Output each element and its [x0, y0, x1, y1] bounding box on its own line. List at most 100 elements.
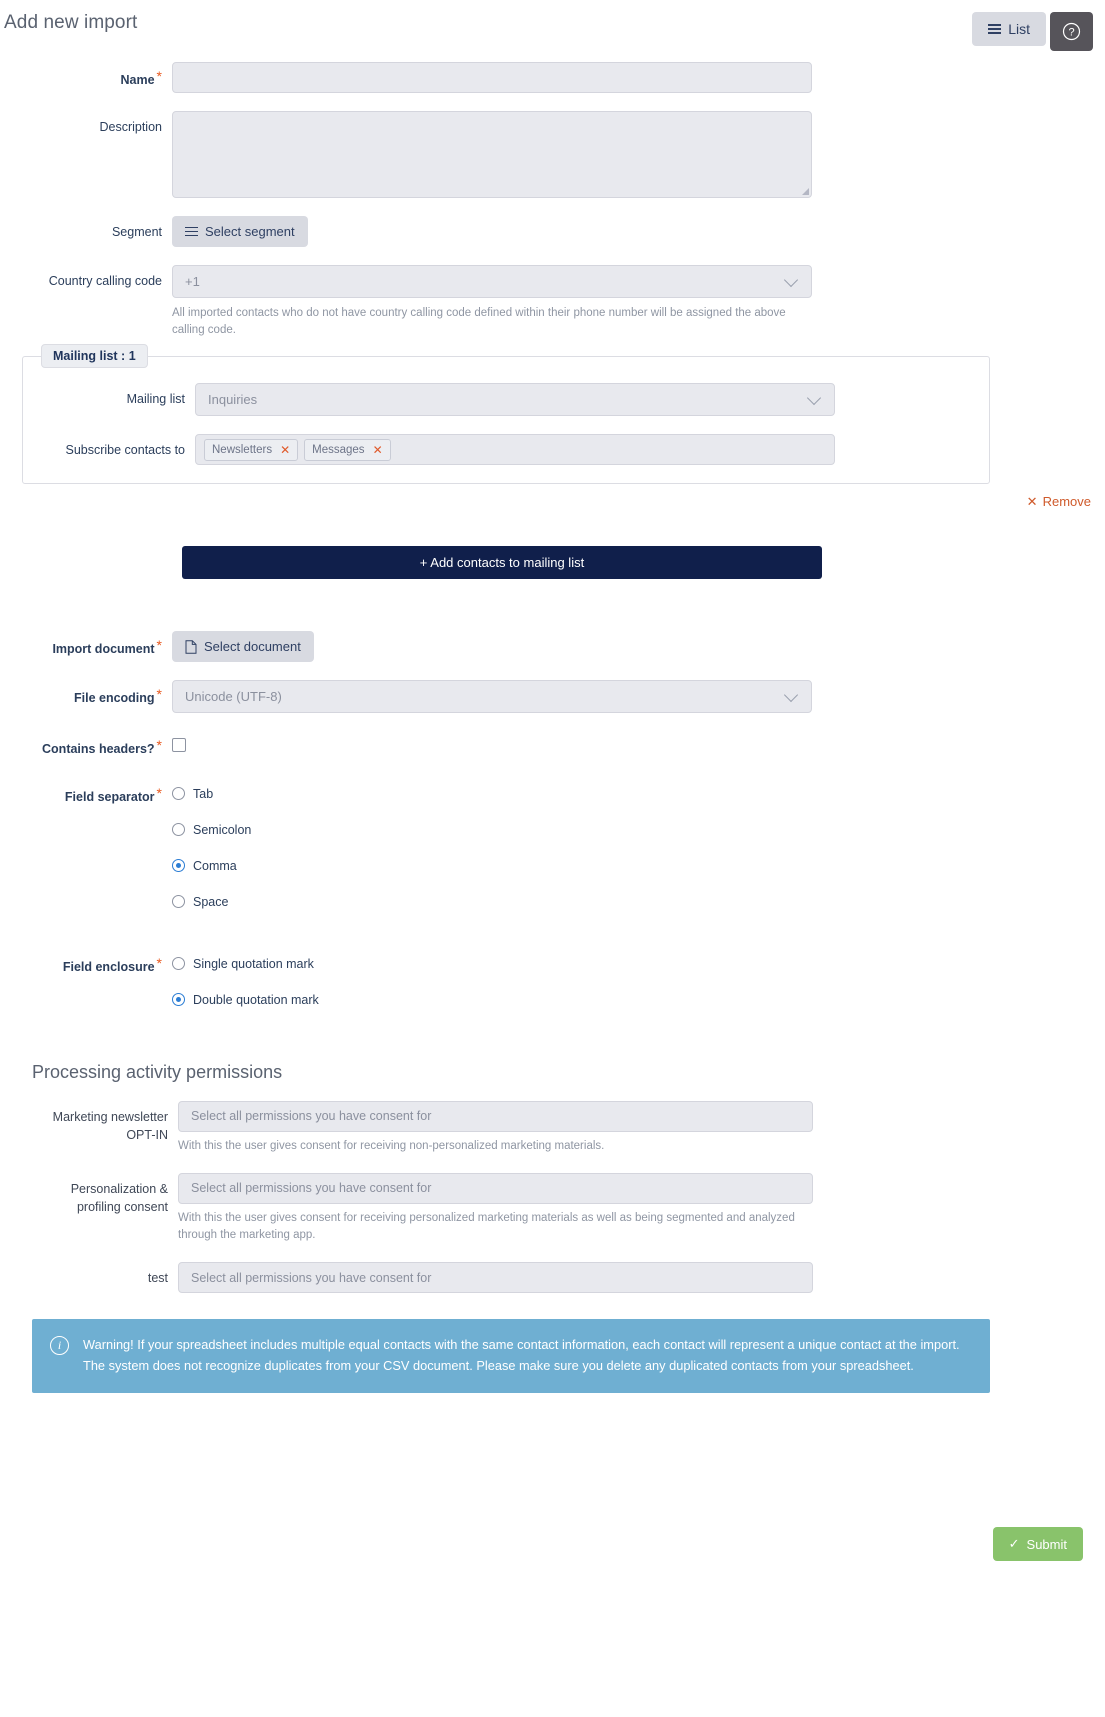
required-marker: * [156, 637, 162, 654]
warning-alert-text: Warning! If your spreadsheet includes mu… [83, 1337, 960, 1374]
remove-mailing-list-link[interactable]: ✕ Remove [0, 494, 1105, 510]
contains-headers-label: Contains headers? * [42, 737, 162, 757]
required-marker: * [156, 68, 162, 84]
field-segment: Segment Select segment [0, 216, 1105, 247]
segment-label: Segment [111, 225, 162, 239]
hamburger-icon [185, 226, 198, 237]
radio-label: Double quotation mark [193, 992, 319, 1007]
field-import-document: Import document * Select document [0, 631, 1105, 663]
page-header: Add new import List ? [0, 0, 1105, 62]
select-document-button[interactable]: Select document [172, 631, 314, 663]
contains-headers-checkbox[interactable] [172, 738, 186, 753]
close-icon: ✕ [1026, 494, 1038, 510]
file-encoding-label: File encoding * [73, 686, 162, 706]
permission-row-test: test Select all permissions you have con… [0, 1262, 1105, 1294]
required-marker: * [156, 737, 162, 754]
required-marker: * [156, 954, 162, 971]
warning-alert: i Warning! If your spreadsheet includes … [32, 1319, 990, 1393]
check-icon: ✓ [1008, 1536, 1020, 1551]
radio-icon[interactable] [172, 957, 185, 971]
list-item[interactable]: Messages ✕ [304, 438, 391, 461]
tag-label: Messages [312, 443, 365, 456]
mailing-list-group: Mailing list : 1 Mailing list Inquiries … [22, 344, 990, 485]
subscribe-contacts-tags[interactable]: Newsletters ✕ Messages ✕ [195, 434, 835, 466]
submit-button[interactable]: ✓ Submit [992, 1527, 1083, 1561]
name-label: Name * [120, 68, 163, 87]
field-subscribe-contacts: Subscribe contacts to Newsletters ✕ Mess… [23, 434, 989, 466]
list-item[interactable]: Newsletters ✕ [204, 438, 299, 461]
radio-option-double-quotation-mark[interactable]: Double quotation mark [172, 982, 1105, 1018]
radio-label: Semicolon [193, 822, 252, 837]
close-icon[interactable]: ✕ [280, 443, 290, 457]
permission-help: With this the user gives consent for rec… [178, 1139, 605, 1152]
import-document-label: Import document * [52, 637, 162, 657]
mailing-list-legend: Mailing list : 1 [41, 344, 148, 369]
radio-label: Tab [193, 786, 214, 801]
add-contacts-to-mailing-list-button[interactable]: + Add contacts to mailing list [182, 546, 822, 580]
field-separator-label: Field separator * [64, 784, 162, 804]
mailing-list-value: Inquiries [208, 392, 258, 408]
permission-placeholder: Select all permissions you have consent … [191, 1270, 432, 1285]
list-button-label: List [1008, 21, 1030, 37]
submit-button-label: Submit [1026, 1536, 1067, 1552]
country-calling-code-label: Country calling code [48, 274, 162, 288]
radio-label: Comma [193, 858, 237, 873]
mailing-list-select[interactable]: Inquiries [195, 383, 835, 417]
radio-option-single-quotation-mark[interactable]: Single quotation mark [172, 946, 1105, 982]
chevron-down-icon [806, 390, 822, 405]
description-textarea[interactable] [172, 111, 812, 198]
field-name: Name * [0, 62, 1105, 93]
permission-placeholder: Select all permissions you have consent … [191, 1109, 432, 1124]
hamburger-icon [988, 24, 1002, 34]
radio-icon[interactable] [172, 787, 185, 801]
file-encoding-value: Unicode (UTF-8) [185, 689, 282, 705]
field-country-calling-code: Country calling code +1 All imported con… [0, 265, 1105, 338]
permission-label: Personalization & profiling consent [70, 1181, 168, 1214]
page-title: Add new import [4, 12, 138, 33]
permission-row-marketing-newsletter-opt-in: Marketing newsletter OPT-IN Select all p… [0, 1100, 1105, 1155]
required-marker: * [156, 686, 162, 703]
radio-icon[interactable] [172, 823, 185, 837]
chevron-down-icon [783, 687, 799, 702]
permission-help: With this the user gives consent for rec… [178, 1211, 795, 1242]
select-segment-label: Select segment [205, 224, 295, 239]
form-footer: ✓ Submit [992, 1527, 1083, 1561]
field-contains-headers: Contains headers? * [0, 731, 1105, 757]
tag-label: Newsletters [212, 443, 273, 456]
radio-option-space[interactable]: Space [172, 884, 1105, 920]
close-icon[interactable]: ✕ [373, 443, 383, 457]
info-circle-icon: i [50, 1336, 69, 1356]
permission-input[interactable]: Select all permissions you have consent … [178, 1172, 813, 1204]
description-label: Description [99, 120, 162, 134]
permission-input[interactable]: Select all permissions you have consent … [178, 1100, 813, 1132]
radio-icon[interactable] [172, 895, 185, 909]
mailing-list-label: Mailing list [126, 392, 185, 407]
radio-option-comma[interactable]: Comma [172, 848, 1105, 884]
field-enclosure-options: Single quotation mark Double quotation m… [172, 946, 1105, 1018]
permission-label: test [147, 1271, 168, 1286]
radio-icon[interactable] [172, 993, 185, 1007]
radio-option-tab[interactable]: Tab [172, 776, 1105, 812]
select-document-label: Select document [204, 639, 301, 655]
field-field-separator: Field separator * Tab Semicolon Comma Spa… [0, 776, 1105, 920]
radio-option-semicolon[interactable]: Semicolon [172, 812, 1105, 848]
field-separator-options: Tab Semicolon Comma Space [172, 776, 1105, 920]
select-segment-button[interactable]: Select segment [172, 216, 308, 247]
file-encoding-select[interactable]: Unicode (UTF-8) [172, 680, 812, 714]
country-calling-code-value: +1 [185, 274, 200, 289]
country-calling-code-select[interactable]: +1 [172, 265, 812, 298]
permission-input[interactable]: Select all permissions you have consent … [178, 1262, 813, 1294]
name-input[interactable] [172, 62, 812, 93]
subscribe-contacts-label: Subscribe contacts to [65, 443, 185, 458]
permission-placeholder: Select all permissions you have consent … [191, 1181, 432, 1196]
list-button[interactable]: List [972, 12, 1046, 46]
chevron-down-icon [783, 272, 799, 287]
permission-label: Marketing newsletter OPT-IN [52, 1109, 168, 1142]
document-icon [185, 640, 197, 654]
field-file-encoding: File encoding * Unicode (UTF-8) [0, 680, 1105, 714]
radio-icon[interactable] [172, 859, 185, 873]
radio-label: Single quotation mark [193, 956, 314, 971]
help-button[interactable]: ? [1050, 12, 1093, 51]
remove-label: Remove [1042, 494, 1091, 510]
permissions-section-title: Processing activity permissions [32, 1061, 283, 1082]
